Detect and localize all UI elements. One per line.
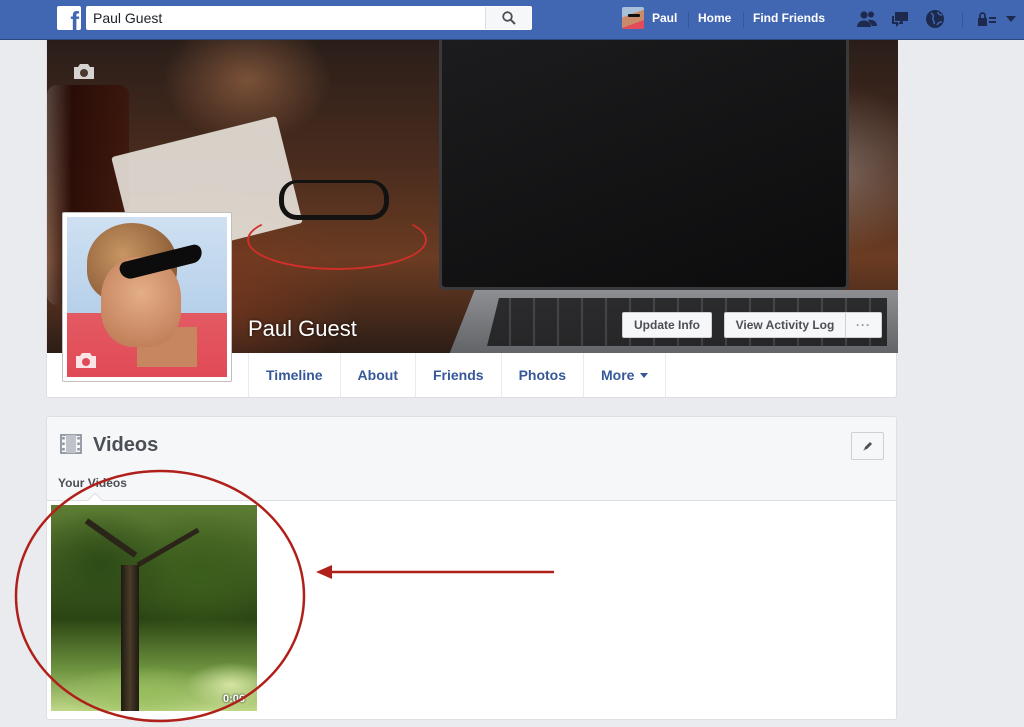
profile-cover-card: Paul Guest Update Info View Activity Log… (46, 40, 898, 398)
tab-timeline[interactable]: Timeline (248, 353, 340, 397)
tab-friends[interactable]: Friends (414, 353, 501, 397)
messages-icon[interactable] (890, 8, 912, 30)
nav-divider (962, 12, 963, 28)
caret-down-icon (640, 372, 649, 378)
search-box (86, 6, 532, 30)
profile-tabs: Timeline About Friends Photos More (248, 353, 667, 398)
friend-requests-icon[interactable] (856, 8, 878, 30)
videos-header: Videos Your Videos (47, 417, 896, 501)
update-cover-camera-icon[interactable] (73, 62, 95, 80)
cover-glasses (279, 180, 389, 220)
nav-find-friends-link[interactable]: Find Friends (753, 11, 825, 25)
tab-more[interactable]: More (583, 353, 667, 397)
thumb-tree-trunk (121, 565, 139, 711)
tab-more-label: More (601, 367, 635, 383)
update-info-button[interactable]: Update Info (622, 312, 712, 338)
tab-about[interactable]: About (339, 353, 415, 397)
thumb-branch (84, 518, 138, 558)
profile-name[interactable]: Paul Guest (248, 316, 357, 342)
profile-picture-image (67, 217, 227, 377)
cover-laptop-screen (439, 40, 849, 290)
film-icon (60, 434, 82, 454)
nav-user-name: Paul (652, 11, 678, 25)
video-duration: 0:06 (223, 693, 246, 705)
videos-title[interactable]: Videos (93, 434, 158, 457)
search-button[interactable] (485, 7, 531, 29)
view-activity-log-button[interactable]: View Activity Log (724, 312, 846, 338)
search-input[interactable] (87, 7, 487, 29)
more-options-button[interactable]: ··· (845, 312, 882, 338)
video-thumbnail[interactable]: 0:06 (51, 505, 257, 711)
account-caret-icon[interactable] (1000, 8, 1022, 30)
top-navigation-bar: f Paul Home Find Friends (0, 0, 1024, 40)
nav-divider (688, 12, 689, 28)
update-profile-picture-camera-icon[interactable] (75, 351, 97, 369)
tab-your-videos[interactable]: Your Videos (58, 476, 127, 490)
privacy-lock-icon[interactable] (976, 8, 998, 30)
tab-photos[interactable]: Photos (500, 353, 583, 397)
videos-card: Videos Your Videos 0:06 (46, 416, 897, 720)
search-icon (501, 11, 516, 25)
notifications-globe-icon[interactable] (924, 8, 946, 30)
nav-home-link[interactable]: Home (698, 11, 731, 25)
pencil-icon (863, 442, 872, 451)
nav-divider (743, 12, 744, 28)
edit-videos-button[interactable] (851, 432, 884, 460)
facebook-logo-icon[interactable]: f (57, 6, 81, 30)
nav-profile-link[interactable]: Paul (622, 7, 677, 29)
profile-picture[interactable] (62, 212, 232, 382)
thumb-branch (136, 527, 200, 568)
avatar (622, 7, 644, 29)
